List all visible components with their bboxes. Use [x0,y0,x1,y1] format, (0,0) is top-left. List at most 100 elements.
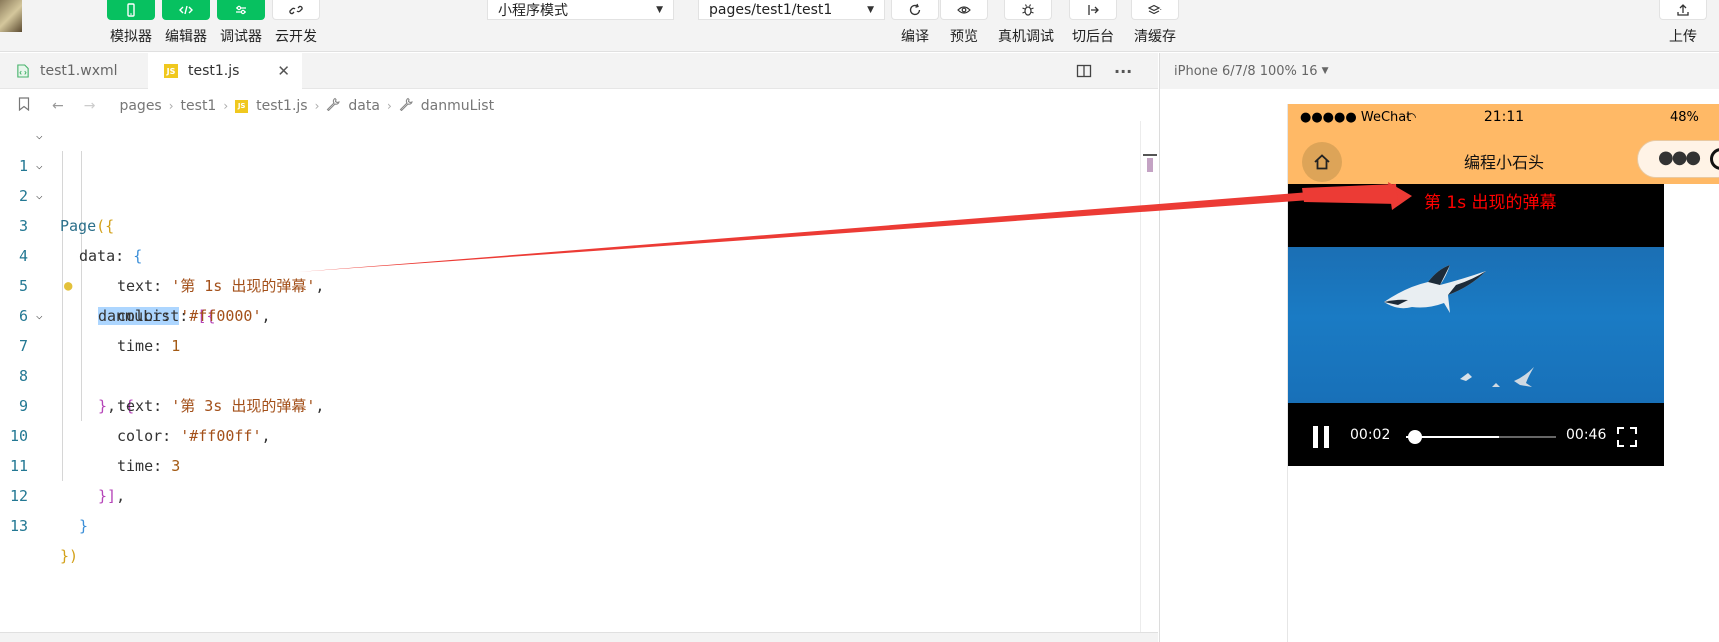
compile-button[interactable]: 编译 [891,0,939,46]
chevron-right-icon: › [314,99,320,113]
switch-background-label: 切后台 [1072,29,1114,45]
simulator-label: 模拟器 [110,29,152,45]
tab-test1-wxml[interactable]: test1.wxml [0,53,148,89]
code-editor[interactable]: 1 ⌵ Page({ 2 ⌵ data: { 3 ⌵ ● danmuList: … [0,121,1140,565]
clock-label: 21:11 [1483,109,1525,125]
clear-cache-label: 清缓存 [1134,29,1176,45]
editor-button[interactable]: 编辑器 [162,0,210,46]
breadcrumb: ← → pages › test1 › JS test1.js › data ›… [0,89,1158,123]
simulator-device-bar[interactable]: iPhone 6/7/8 100% 16 ▼ [1159,53,1719,89]
chevron-right-icon: › [168,99,174,113]
pause-button[interactable] [1312,426,1332,448]
phone-screen: ●●●●● WeChat ◠ 21:11 48% 编程小石头 ●●● 第 1s [1287,104,1719,642]
breadcrumb-item[interactable]: danmuList [421,98,494,114]
video-controls: 00:02 00:46 [1288,403,1664,466]
code-line: 5 color: '#ff0000', [0,241,1140,325]
wrench-icon [326,97,341,115]
debugger-button[interactable]: 调试器 [217,0,265,46]
switch-background-button[interactable]: 切后台 [1069,0,1117,46]
line-number: 13 [9,517,28,535]
code-line: 13 }) [0,481,1140,565]
tab-label: test1.wxml [40,63,118,79]
forward-arrow-icon[interactable]: → [84,98,96,114]
upload-label: 上传 [1669,29,1697,45]
back-arrow-icon[interactable]: ← [52,98,64,114]
fold-chevron-icon[interactable]: ⌵ [36,301,43,331]
breadcrumb-item[interactable]: test1 [181,98,217,114]
device-debug-label: 真机调试 [998,29,1054,45]
fullscreen-icon[interactable] [1616,426,1638,448]
bookmark-icon[interactable] [18,97,30,115]
close-target-icon[interactable] [1710,148,1719,170]
user-avatar[interactable] [0,0,22,32]
split-editor-icon[interactable] [1076,53,1092,89]
seabird-image [1384,265,1534,387]
sliders-icon [236,5,246,15]
breadcrumb-item[interactable]: pages [119,98,161,114]
chevron-down-icon: ▼ [867,4,874,15]
fold-chevron-icon[interactable]: ⌵ [36,121,43,151]
js-file-icon: JS [235,99,249,113]
debugger-label: 调试器 [220,29,262,45]
code-line: 1 ⌵ Page({ [0,121,1140,235]
chevron-right-icon: › [223,99,229,113]
phone-status-bar: ●●●●● WeChat ◠ 21:11 48% [1288,104,1719,134]
code-line: 2 ⌵ data: { [0,151,1140,265]
code-line: 6 time: 1 [0,271,1140,355]
eye-icon [957,5,971,14]
compile-label: 编译 [901,29,929,45]
code-token: ) [69,547,79,565]
page-select[interactable]: pages/test1/test1 ▼ [698,0,885,20]
chevron-right-icon: › [386,99,392,113]
code-line: 4 text: '第 1s 出现的弹幕', [0,211,1140,295]
clear-cache-button[interactable]: 清缓存 [1131,0,1179,46]
phone-icon [127,3,135,17]
simulator-button[interactable]: 模拟器 [107,0,155,46]
editor-vertical-scrollbar[interactable] [1140,121,1158,633]
cloud-dev-button[interactable]: 云开发 [272,0,320,46]
phone-nav-bar: 编程小石头 ●●● [1288,134,1719,184]
upload-icon [1677,3,1689,16]
cloud-link-icon [289,5,303,14]
code-line: 8 text: '第 3s 出现的弹幕', [0,331,1140,415]
code-line: 12 } [0,451,1140,535]
code-line: 10 time: 3 [0,391,1140,475]
js-file-icon: JS [164,64,178,78]
preview-button[interactable]: 预览 [940,0,988,46]
code-line: 3 ⌵ ● danmuList: [{ [0,181,1140,325]
layers-icon [1148,4,1162,14]
menu-capsule[interactable]: ●●● [1637,140,1719,178]
scroll-thumb[interactable] [1147,158,1153,172]
wxml-file-icon [16,63,30,79]
code-line: 11 }], [0,421,1140,505]
fold-chevron-icon[interactable]: ⌵ [36,151,43,181]
main-toolbar: 模拟器 编辑器 调试器 云开发 小程序模式 ▼ pages/test1/test… [0,0,1719,52]
fold-chevron-icon[interactable]: ⌵ [36,181,43,211]
code-icon [179,5,193,15]
cloud-dev-label: 云开发 [275,29,317,45]
breadcrumb-item[interactable]: test1.js [256,98,307,114]
progress-thumb[interactable] [1408,430,1422,444]
video-frame [1288,247,1664,403]
progress-slider[interactable] [1406,430,1556,444]
close-icon[interactable]: ✕ [277,62,290,80]
battery-label: 48% [1670,110,1699,125]
more-icon[interactable]: ··· [1114,53,1132,89]
code-token: } [60,547,70,565]
editor-horizontal-scrollbar[interactable] [0,632,1158,642]
tab-test1-js[interactable]: JS test1.js ✕ [148,53,302,89]
device-debug-button[interactable]: 真机调试 [998,0,1054,46]
pause-icon [1313,426,1318,448]
more-dots-icon[interactable]: ●●● [1658,147,1701,168]
mode-select[interactable]: 小程序模式 ▼ [487,0,674,20]
upload-button[interactable]: 上传 [1659,0,1707,46]
editor-tab-bar: test1.wxml JS test1.js ✕ ··· [0,53,1158,89]
video-player[interactable]: 第 1s 出现的弹幕 00:02 00:46 [1288,184,1664,466]
code-line: 7 ⌵ }, { [0,301,1140,415]
editor-label: 编辑器 [165,29,207,45]
breadcrumb-item[interactable]: data [348,98,380,114]
duration: 00:46 [1566,427,1607,443]
tab-label: test1.js [188,63,240,79]
device-select-value: iPhone 6/7/8 100% 16 [1174,63,1318,79]
danmu-bullet-comment: 第 1s 出现的弹幕 [1424,193,1557,213]
